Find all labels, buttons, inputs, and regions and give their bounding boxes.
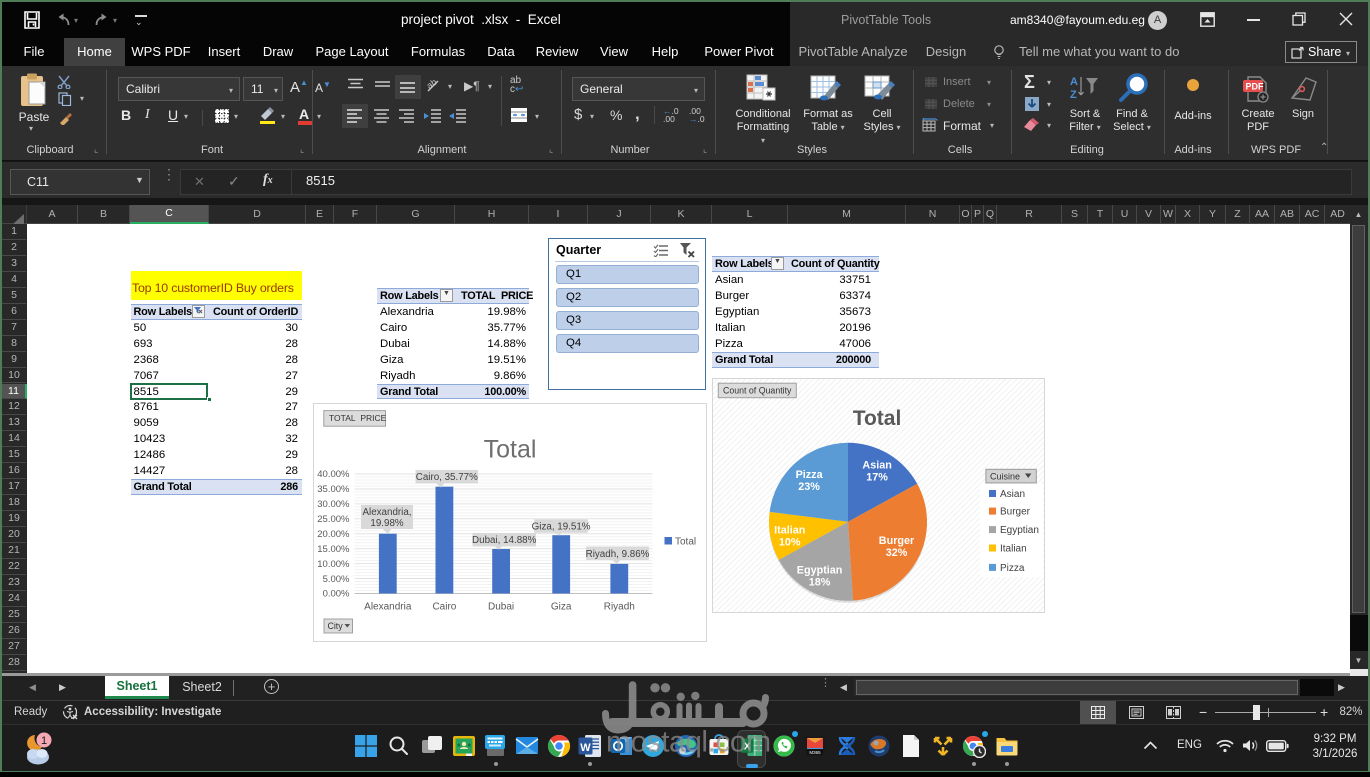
svg-text:Total: Total (675, 537, 696, 548)
svg-text:Pizza: Pizza (796, 469, 824, 481)
svg-text:23%: 23% (798, 481, 820, 493)
svg-text:5.00%: 5.00% (322, 574, 349, 585)
svg-text:Cairo: Cairo (432, 602, 456, 613)
svg-text:Asian: Asian (1000, 489, 1025, 500)
svg-text:1: 1 (41, 735, 47, 747)
svg-text:Riyadh: Riyadh (603, 602, 634, 613)
svg-text:17%: 17% (866, 472, 888, 484)
svg-text:Burger: Burger (879, 535, 915, 547)
svg-text:Cuisine: Cuisine (990, 471, 1020, 481)
svg-text:20.00%: 20.00% (317, 529, 350, 540)
svg-text:10%: 10% (779, 536, 801, 548)
svg-text:Total: Total (853, 407, 902, 430)
svg-text:X: X (744, 741, 751, 752)
svg-text:Italian: Italian (774, 524, 805, 536)
svg-text:Asian: Asian (862, 460, 891, 472)
svg-text:10.00%: 10.00% (317, 559, 350, 570)
svg-text:ab: ab (426, 77, 439, 91)
svg-text:Riyadh, 9.86%: Riyadh, 9.86% (585, 549, 649, 560)
svg-text:TOTAL PRICE: TOTAL PRICE (329, 413, 387, 423)
svg-text:25.00%: 25.00% (317, 514, 350, 525)
svg-text:Alexandria,: Alexandria, (362, 507, 411, 518)
svg-text:W: W (580, 742, 591, 754)
svg-text:Giza, 19.51%: Giza, 19.51% (531, 522, 590, 533)
svg-text:City: City (327, 621, 343, 631)
svg-text:Giza: Giza (550, 602, 571, 613)
svg-text:Italian: Italian (1000, 544, 1027, 555)
svg-text:15.00%: 15.00% (317, 544, 350, 555)
svg-text:32%: 32% (886, 547, 908, 559)
svg-text:Egyptian: Egyptian (797, 564, 843, 576)
svg-text:35.00%: 35.00% (317, 484, 350, 495)
svg-text:Cairo, 35.77%: Cairo, 35.77% (415, 472, 477, 483)
svg-text:Alexandria: Alexandria (364, 602, 412, 613)
svg-text:PDF: PDF (1246, 82, 1265, 92)
svg-text:Count of Quantity: Count of Quantity (723, 386, 792, 396)
svg-text:A: A (1070, 76, 1078, 88)
svg-text:Dubai, 14.88%: Dubai, 14.88% (472, 535, 537, 546)
svg-text:Total: Total (483, 436, 536, 464)
svg-text:Egyptian: Egyptian (1000, 525, 1039, 536)
svg-text:Z: Z (1070, 89, 1077, 101)
svg-text:M365: M365 (809, 750, 821, 755)
svg-text:30.00%: 30.00% (317, 499, 350, 510)
svg-text:0.00%: 0.00% (322, 589, 349, 600)
svg-text:Pizza: Pizza (1000, 563, 1025, 574)
svg-text:18%: 18% (809, 576, 831, 588)
svg-text:19.98%: 19.98% (370, 518, 404, 529)
svg-text:40.00%: 40.00% (317, 469, 350, 480)
svg-text:Dubai: Dubai (488, 602, 514, 613)
svg-text:Burger: Burger (1000, 507, 1031, 518)
